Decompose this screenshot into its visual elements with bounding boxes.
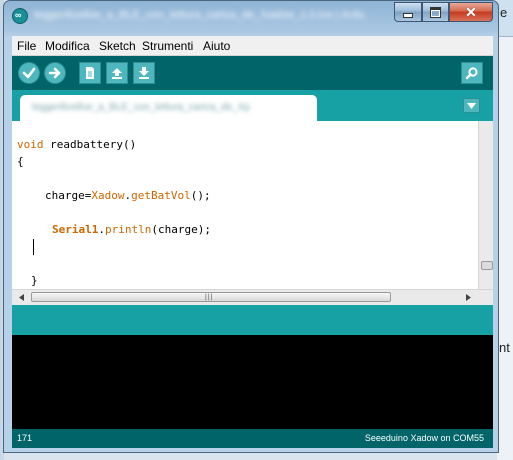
code-text-area[interactable]: void readbattery() { charge=Xadow.getBat… [12,121,478,289]
horizontal-scrollbar-thumb[interactable]: ||| [31,292,391,302]
maximize-icon [430,6,441,18]
tab-sketch[interactable]: leggerilivelloe_a_BLE_con_lettura_carica… [20,95,317,121]
code-method-name: println [104,223,152,236]
menu-file[interactable]: File [17,39,36,53]
maximize-button[interactable] [422,2,449,22]
tab-sketch-label: leggerilivelloe_a_BLE_con_lettura_carica… [32,102,250,113]
code-text: (charge); [151,223,211,236]
open-sketch-button[interactable] [106,62,128,84]
title-bar[interactable]: ∞ leggerilivelloe_a_BLE_con_lettura_cari… [4,1,498,31]
code-line: } [31,274,38,287]
background-window: e nt [497,0,513,460]
code-editor[interactable]: void readbattery() { charge=Xadow.getBat… [12,121,493,305]
code-text: readbattery() [43,138,137,151]
tab-menu-button[interactable] [463,98,480,113]
menu-sketch[interactable]: Sketch [99,39,136,53]
board-port-indicator: Seeeduino Xadow on COM55 [364,433,484,443]
menu-strumenti[interactable]: Strumenti [142,39,193,53]
checkmark-icon [22,67,36,79]
new-file-icon [86,67,94,79]
code-text: { [17,155,24,168]
arrow-left-icon [18,294,24,301]
menu-modifica[interactable]: Modifica [45,39,90,53]
upload-button[interactable] [44,62,66,84]
scroll-right-button[interactable] [460,291,476,304]
background-text-2: nt [499,340,510,355]
code-method-name: getBatVol [131,189,191,202]
arduino-ide-window: ∞ leggerilivelloe_a_BLE_con_lettura_cari… [3,0,499,453]
save-sketch-button[interactable] [133,62,155,84]
serial-monitor-button[interactable] [461,62,483,84]
magnifier-icon [465,67,478,80]
arduino-logo-icon[interactable]: ∞ [12,8,28,24]
tab-strip: leggerilivelloe_a_BLE_con_lettura_carica… [12,90,493,121]
text-caret [33,239,34,255]
triangle-down-icon [467,102,476,109]
window-title: leggerilivelloe_a_BLE_con_lettura_carica… [34,9,364,21]
code-text: } [31,274,38,287]
toolbar [12,56,493,90]
arrow-right-small-icon [465,294,471,301]
scroll-left-button[interactable] [13,291,29,304]
background-text: e [500,5,508,20]
code-text: charge= [45,189,92,202]
code-class-name: Xadow [91,189,125,202]
code-line: Serial1.println(charge); [52,223,211,236]
code-text: . [98,223,105,236]
code-keyword: void [17,138,44,151]
code-line: void readbattery() [17,138,136,151]
status-bar: 171 Seeeduino Xadow on COM55 [12,429,493,448]
vertical-scrollbar[interactable] [478,121,493,289]
code-line: { [17,155,24,168]
code-text: (); [190,189,211,202]
arrow-up-icon [112,68,122,79]
arrow-right-icon [48,67,61,79]
verify-button[interactable] [18,62,40,84]
minimize-icon [403,13,413,18]
new-sketch-button[interactable] [79,62,101,84]
grip-icon: ||| [205,294,214,301]
menu-bar: File Modifica Sketch Strumenti Aiuto [12,36,493,56]
code-line: charge=Xadow.getBatVol(); [45,189,211,202]
code-class-name: Serial1 [52,223,99,236]
console-output[interactable] [12,335,493,429]
close-button[interactable]: ✕ [449,2,493,22]
ide-client-area: File Modifica Sketch Strumenti Aiuto leg… [12,36,493,448]
vertical-scrollbar-thumb[interactable] [481,261,493,270]
close-icon: ✕ [465,4,477,20]
minimize-button[interactable] [394,2,422,22]
menu-aiuto[interactable]: Aiuto [203,39,230,53]
horizontal-scrollbar[interactable]: ||| [12,289,493,305]
arrow-down-icon [139,67,149,79]
line-number-indicator: 171 [17,433,33,443]
message-area [12,305,493,335]
